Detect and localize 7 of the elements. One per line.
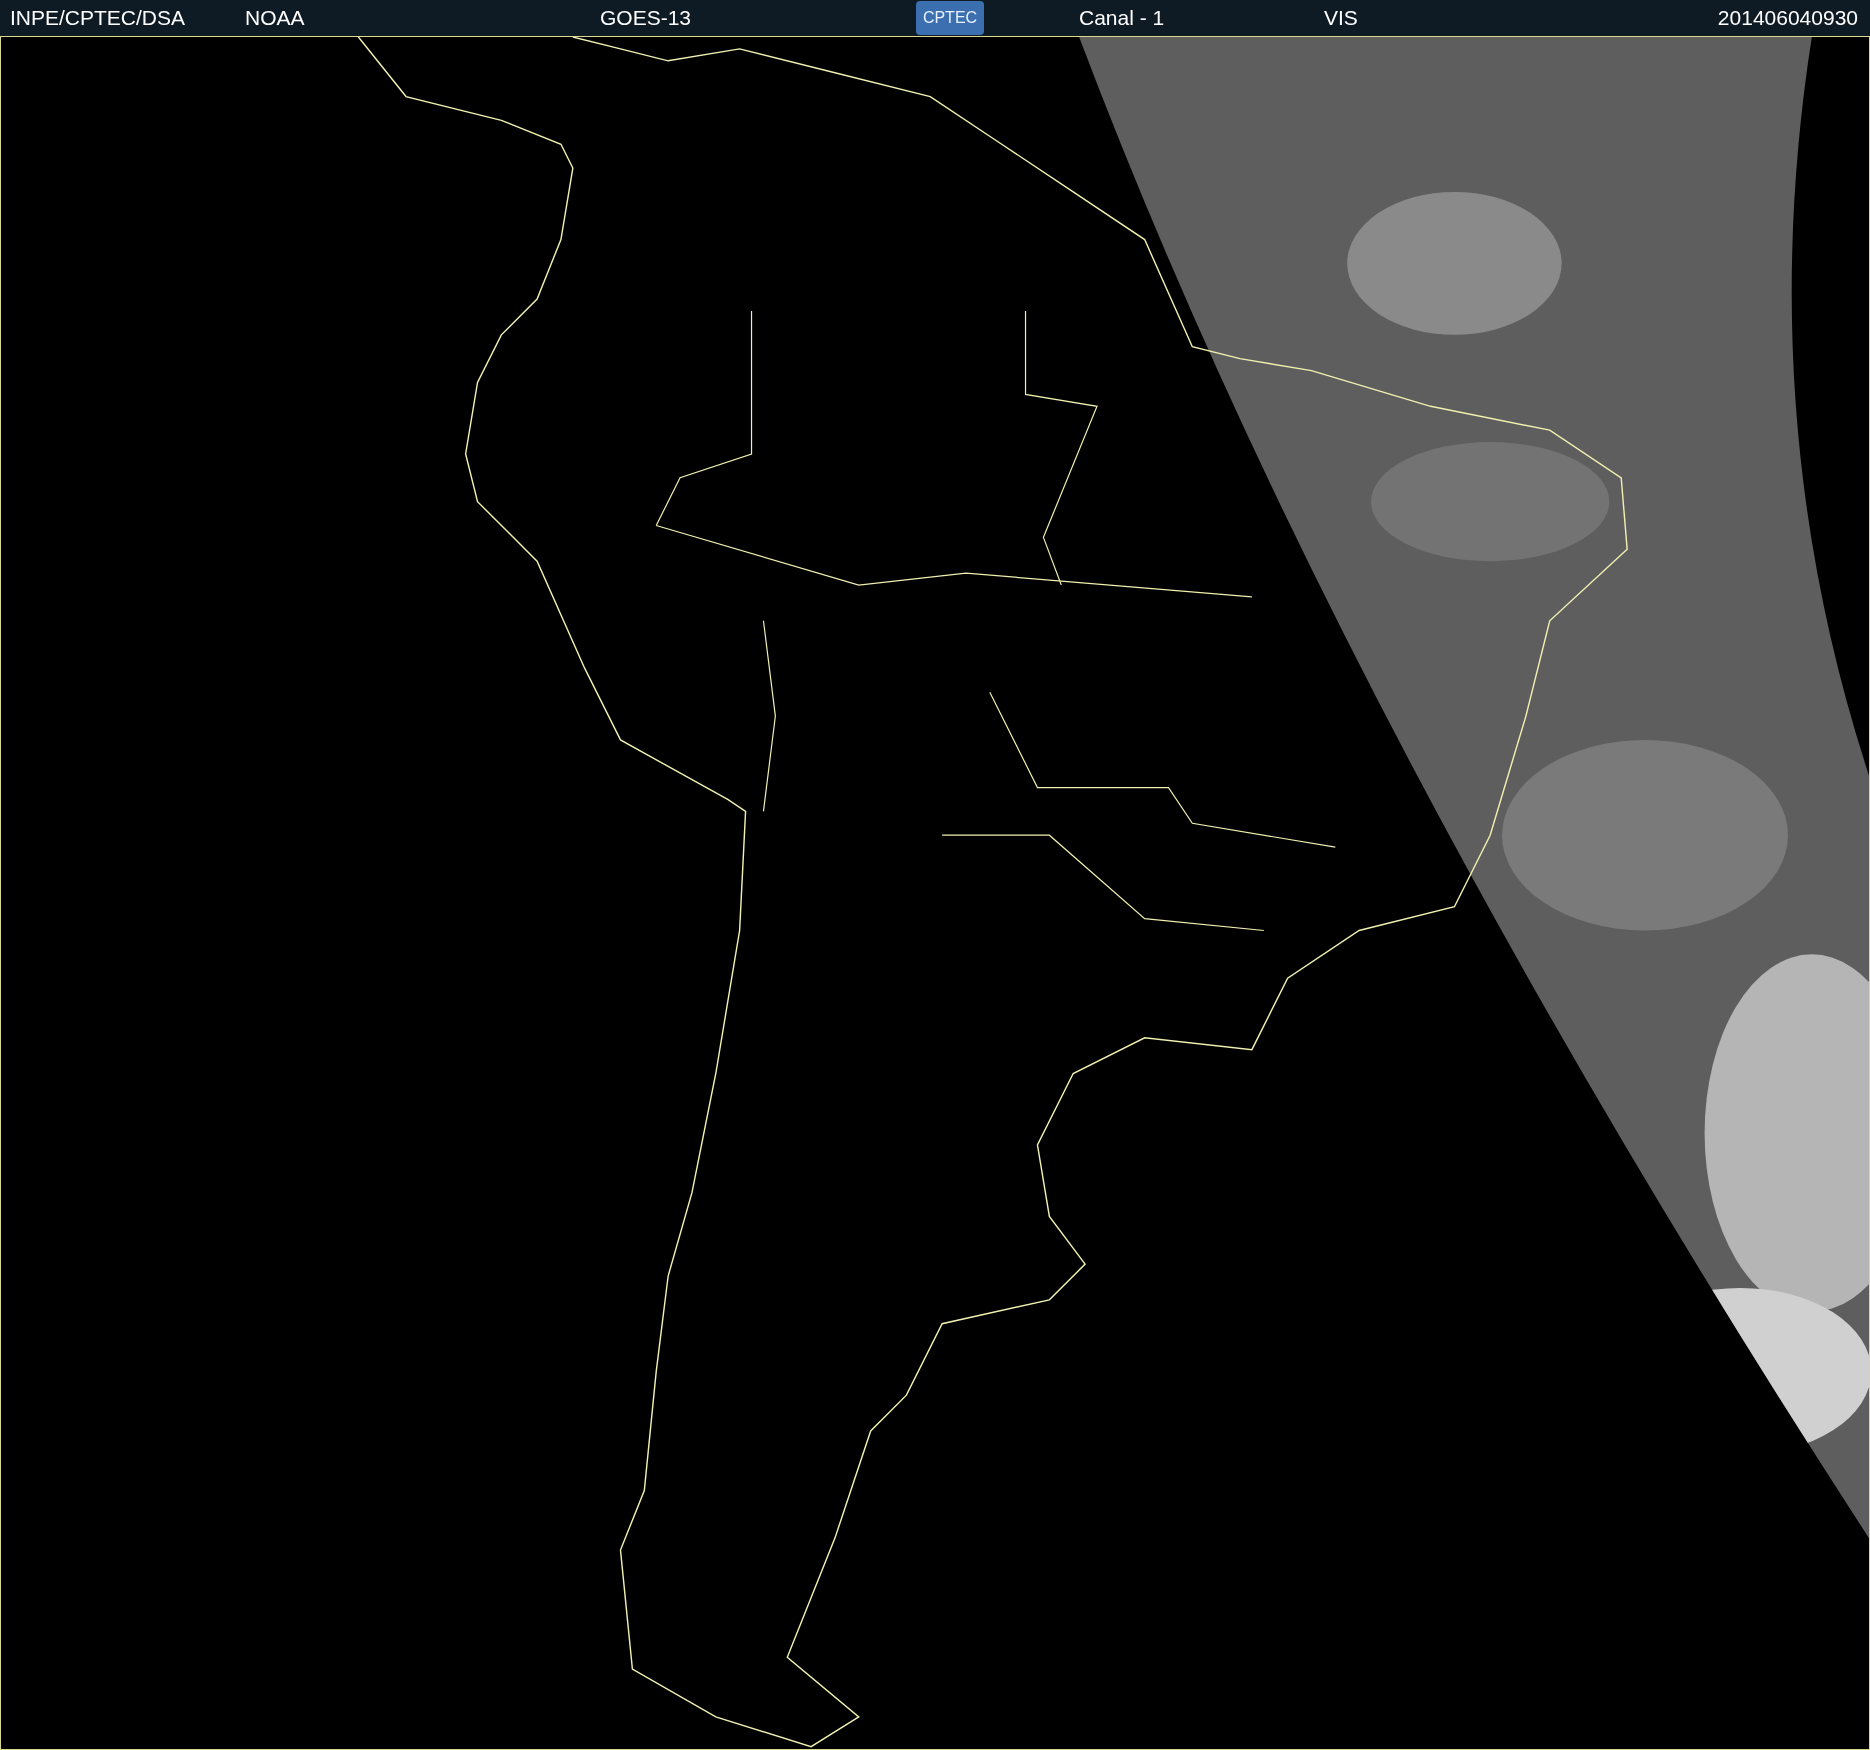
satellite-label: GOES-13 <box>600 5 693 32</box>
timestamp-label: 201406040930 <box>1717 5 1859 32</box>
logo: CPTEC <box>916 1 984 35</box>
channel-label: Canal - 1 <box>1079 5 1166 32</box>
agency-label: NOAA <box>245 5 306 32</box>
source-label: INPE/CPTEC/DSA <box>10 5 187 32</box>
band-label: VIS <box>1324 5 1358 32</box>
